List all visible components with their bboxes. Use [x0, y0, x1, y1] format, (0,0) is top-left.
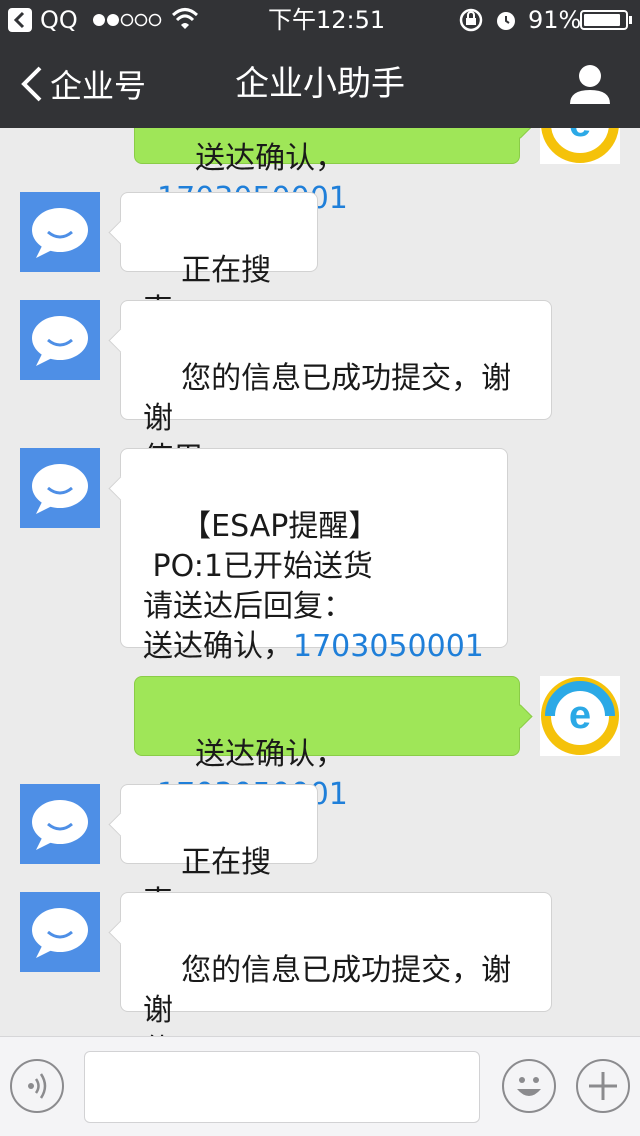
page-title: 企业小助手	[235, 64, 405, 104]
battery-icon	[580, 0, 632, 40]
back-to-app-icon[interactable]	[8, 0, 32, 40]
message-bubble-user[interactable]: 送达确认，1703050001	[134, 128, 520, 216]
chat-bubble-icon	[32, 464, 88, 514]
message-bubble-bot[interactable]: 您的信息已成功提交，谢谢 使用	[120, 300, 552, 476]
bot-avatar[interactable]	[20, 192, 100, 272]
message-text: 送达确认，	[195, 737, 346, 772]
chat-bubble-icon	[32, 800, 88, 850]
person-icon	[570, 65, 610, 104]
message-bubble-bot[interactable]: 正在搜索...	[120, 784, 318, 920]
svg-text:e: e	[569, 693, 591, 737]
message-bubble-bot[interactable]: 您的信息已成功提交，谢谢 使用	[120, 892, 552, 1036]
message-bubble-user[interactable]: 送达确认，1703050001	[134, 676, 520, 812]
message-number-link[interactable]: 1703050001	[293, 629, 484, 664]
input-bar	[0, 1036, 640, 1136]
emoji-button[interactable]	[502, 1059, 556, 1113]
status-time: 下午12:51	[268, 6, 386, 34]
bot-avatar[interactable]	[20, 448, 100, 528]
status-bar: QQ 下午12:51 91%	[0, 0, 640, 40]
battery-level-fill	[584, 14, 620, 26]
message-text: 送达确认，	[195, 141, 346, 176]
profile-button[interactable]	[566, 62, 614, 106]
wifi-icon	[171, 0, 199, 40]
add-button[interactable]	[576, 1059, 630, 1113]
chat-bubble-icon	[32, 316, 88, 366]
smiley-icon	[517, 1077, 541, 1096]
svg-text:e: e	[569, 128, 591, 145]
message-bubble-bot[interactable]: 【ESAP提醒】 PO:1已开始送货 请送达后回复： 送达确认，17030500…	[120, 448, 508, 664]
message-bubble-bot[interactable]: 正在搜索...	[120, 192, 318, 328]
chat-bubble-icon	[32, 208, 88, 258]
chat-area[interactable]: 送达确认，1703050001 e 正在搜索... 您的信息已成功提交，谢谢 使…	[0, 128, 640, 1036]
message-text: 您的信息已成功提交，谢谢 使用	[143, 953, 512, 1036]
battery-percent: 91%	[528, 6, 582, 34]
e-logo-icon: e	[541, 128, 619, 163]
message-input[interactable]	[84, 1051, 480, 1123]
alarm-icon	[494, 0, 518, 40]
plus-icon	[589, 1072, 617, 1100]
voice-button[interactable]	[10, 1059, 64, 1113]
signal-icon	[92, 0, 162, 40]
nav-bar: 企业号 企业小助手	[0, 40, 640, 128]
e-logo-icon: e	[541, 677, 619, 755]
voice-icon	[28, 1073, 47, 1099]
bot-avatar[interactable]	[20, 300, 100, 380]
chat-bubble-icon	[32, 908, 88, 958]
back-app-label[interactable]: QQ	[40, 0, 78, 40]
user-avatar[interactable]: e	[540, 676, 620, 756]
user-avatar[interactable]: e	[540, 128, 620, 164]
bot-avatar[interactable]	[20, 892, 100, 972]
bot-avatar[interactable]	[20, 784, 100, 864]
rotation-lock-icon	[458, 0, 484, 40]
